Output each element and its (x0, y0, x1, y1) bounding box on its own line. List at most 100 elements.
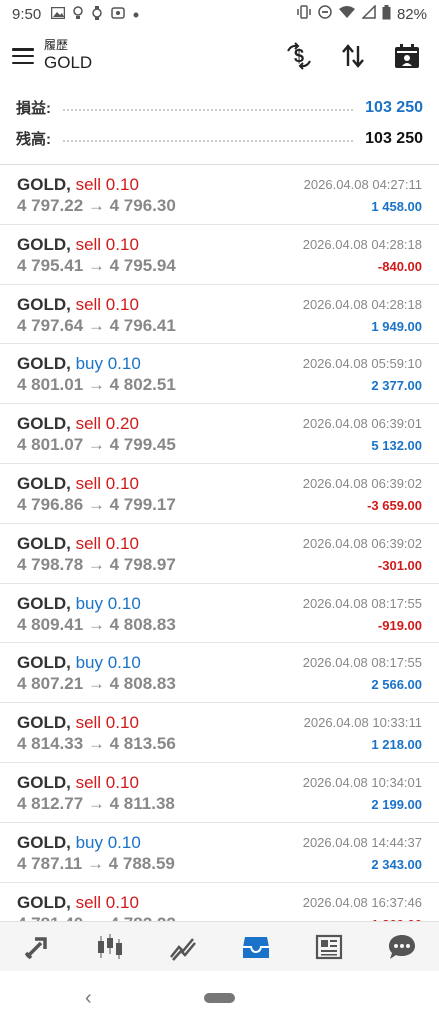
trade-row[interactable]: GOLD, buy 0.10 4 801.01 → 4 802.51 2026.04… (0, 344, 439, 405)
trade-title: GOLD, sell 0.10 (17, 175, 139, 195)
trade-symbol: GOLD, (17, 892, 71, 912)
trade-prices: 4 807.21 → 4 808.83 (17, 674, 176, 694)
vibrate-icon (296, 5, 312, 23)
battery-icon (382, 4, 391, 24)
trade-title: GOLD, buy 0.10 (17, 833, 141, 853)
nav-chart[interactable] (163, 927, 203, 967)
trade-time: 2026.04.08 04:28:18 (302, 236, 422, 252)
trade-title: GOLD, sell 0.10 (17, 235, 139, 255)
system-nav: ‹ (0, 971, 439, 1024)
calendar-icon[interactable] (391, 40, 423, 72)
trade-row[interactable]: GOLD, buy 0.10 4 809.41 → 4 808.83 2026.04… (0, 584, 439, 644)
trade-side: buy 0.10 (75, 354, 141, 374)
trade-row[interactable]: GOLD, sell 0.10 4 812.77 → 4 811.38 2026.0… (0, 763, 439, 823)
trade-row[interactable]: GOLD, sell 0.10 4 795.41 → 4 795.94 2026.0… (0, 225, 439, 285)
trade-symbol: GOLD, (17, 533, 71, 553)
trade-row[interactable]: GOLD, buy 0.10 4 807.21 → 4 808.83 2026.04… (0, 643, 439, 704)
app-header: 履歴 GOLD $ (0, 28, 439, 84)
trade-prices: 4 795.41 → 4 795.94 (17, 255, 176, 275)
trade-time: 2026.04.08 16:37:46 (302, 894, 422, 910)
trade-time: 2026.04.08 05:59:10 (302, 356, 422, 372)
trade-side: sell 0.20 (75, 414, 139, 434)
notification-badge-icon (111, 6, 125, 23)
trade-title: GOLD, sell 0.10 (17, 474, 139, 494)
sort-arrows-icon[interactable] (337, 40, 369, 72)
trade-title: GOLD, buy 0.10 (17, 354, 141, 374)
menu-icon[interactable] (12, 48, 34, 64)
candlestick-icon (97, 933, 122, 959)
trade-row[interactable]: GOLD, sell 0.20 4 801.07 → 4 799.45 2026.0… (0, 404, 439, 464)
trade-symbol: GOLD, (17, 414, 71, 434)
trade-profit: 2 377.00 (371, 378, 422, 394)
trade-profit: -301.00 (377, 557, 422, 573)
trade-prices: 4 798.78 → 4 798.97 (17, 554, 176, 574)
trade-title: GOLD, sell 0.10 (17, 534, 139, 554)
trade-row[interactable]: GOLD, buy 0.10 4 787.11 → 4 788.59 2026.04… (0, 823, 439, 883)
trade-time: 2026.04.08 10:33:11 (303, 715, 422, 731)
trade-title: GOLD, buy 0.10 (17, 653, 141, 673)
status-time: 9:50 (12, 5, 42, 23)
balance-label: 残高: (16, 131, 51, 148)
trade-row[interactable]: GOLD, sell 0.10 4 814.33 → 4 813.56 2026.0… (0, 703, 439, 763)
trade-time: 2026.04.08 08:17:55 (302, 595, 422, 611)
trade-title: GOLD, sell 0.10 (17, 893, 139, 913)
profit-row: 損益: 103 250 (0, 92, 439, 123)
bottom-nav (0, 921, 439, 971)
nav-trade[interactable] (17, 927, 57, 967)
nav-history[interactable] (236, 927, 276, 967)
trade-row[interactable]: GOLD, sell 0.10 4 797.64 → 4 796.41 2026.0… (0, 285, 439, 345)
trade-profit: 2 199.00 (371, 796, 422, 812)
signal-icon (361, 4, 376, 23)
trade-time: 2026.04.08 10:34:01 (302, 774, 422, 790)
trade-time: 2026.04.08 08:17:55 (302, 655, 422, 671)
trade-row[interactable]: GOLD, sell 0.10 4 797.22 → 4 796.30 2026.0… (0, 165, 439, 225)
page-title: GOLD (44, 53, 93, 72)
trade-row[interactable]: GOLD, sell 0.104 781.40 → 4 782.22 2026.0… (0, 883, 439, 921)
trade-profit: 1 949.00 (371, 318, 422, 334)
home-pill[interactable] (204, 993, 235, 1003)
dot-icon (133, 7, 139, 21)
title-block: 履歴 GOLD (44, 38, 92, 74)
trade-row[interactable]: GOLD, sell 0.10 4 798.78 → 4 798.97 2026.0… (0, 524, 439, 584)
trade-prices: 4 809.41 → 4 808.83 (17, 614, 176, 634)
summary-panel: 損益: 103 250 残高: 103 250 (0, 92, 439, 154)
trade-time: 2026.04.08 14:44:37 (302, 834, 422, 850)
dotted-leader (63, 139, 354, 142)
trade-side: sell 0.10 (75, 473, 139, 493)
back-chevron-icon[interactable]: ‹ (85, 987, 92, 1010)
trade-list[interactable]: GOLD, sell 0.10 4 797.22 → 4 796.30 2026.0… (0, 165, 439, 921)
trade-prices: 4 814.33 → 4 813.56 (17, 734, 176, 754)
trade-prices: 4 796.86 → 4 799.17 (17, 494, 176, 514)
history-tray-icon (243, 936, 270, 958)
trade-prices: 4 781.40 → 4 782.22 (17, 914, 176, 921)
trade-time: 2026.04.08 06:39:01 (302, 416, 422, 432)
trade-side: sell 0.10 (75, 533, 139, 553)
trade-title: GOLD, buy 0.10 (17, 594, 141, 614)
trade-time: 2026.04.08 04:28:18 (302, 296, 422, 312)
trade-side: buy 0.10 (75, 593, 141, 613)
trade-side: buy 0.10 (75, 653, 141, 673)
trade-symbol: GOLD, (17, 234, 71, 254)
trade-symbol: GOLD, (17, 354, 71, 374)
currency-exchange-icon[interactable]: $ (283, 40, 315, 72)
trade-side: sell 0.10 (75, 772, 139, 792)
profit-value: 103 250 (365, 98, 423, 116)
nav-chat[interactable] (382, 927, 422, 967)
nav-quotes[interactable] (90, 927, 130, 967)
trade-profit: -3 659.00 (367, 497, 422, 513)
bulb-icon (73, 5, 83, 23)
trade-symbol: GOLD, (17, 772, 71, 792)
trade-prices: 4 801.07 → 4 799.45 (17, 435, 176, 455)
trade-prices: 4 797.22 → 4 796.30 (17, 196, 176, 215)
nav-news[interactable] (309, 927, 349, 967)
trade-symbol: GOLD, (17, 653, 71, 673)
trade-time: 2026.04.08 06:39:02 (302, 475, 422, 491)
trade-row[interactable]: GOLD, sell 0.10 4 796.86 → 4 799.17 2026.0… (0, 464, 439, 524)
trade-title: GOLD, sell 0.10 (17, 295, 139, 315)
battery-percent: 82% (396, 5, 427, 23)
trade-symbol: GOLD, (17, 473, 71, 493)
trade-side: sell 0.10 (75, 234, 139, 254)
trade-title: GOLD, sell 0.10 (17, 713, 139, 733)
trade-title: GOLD, sell 0.10 (17, 773, 139, 793)
trade-symbol: GOLD, (17, 294, 71, 314)
